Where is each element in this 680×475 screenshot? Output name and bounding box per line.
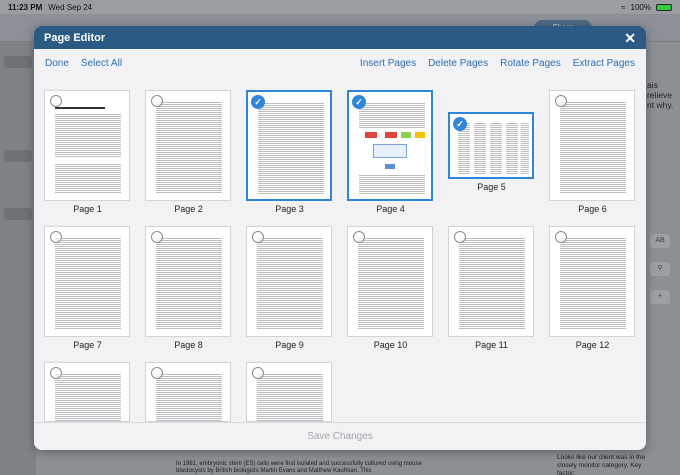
select-circle-icon[interactable]	[555, 95, 567, 107]
page-thumbnail[interactable]	[145, 90, 231, 201]
status-date: Wed Sep 24	[48, 2, 93, 12]
app-sidebar	[0, 42, 36, 475]
delete-pages-button[interactable]: Delete Pages	[428, 58, 488, 69]
page-label: Page 4	[376, 204, 405, 214]
page-editor-dialog: Page Editor ✕ Done Select All Insert Pag…	[34, 26, 646, 450]
page-thumbnail[interactable]	[44, 362, 130, 422]
page-thumbnail[interactable]	[145, 226, 231, 337]
select-circle-icon[interactable]	[151, 95, 163, 107]
document-text: In 1981, embryonic stem (ES) cells were …	[176, 461, 422, 474]
page-thumbnail[interactable]: ✓	[246, 90, 332, 201]
page-thumbnail[interactable]: ✓	[448, 112, 534, 179]
checkmark-icon[interactable]: ✓	[453, 117, 467, 131]
sidebar-row	[4, 56, 32, 68]
status-right: ≈ 100%	[621, 3, 672, 12]
extract-pages-button[interactable]: Extract Pages	[573, 58, 635, 69]
select-circle-icon[interactable]	[252, 367, 264, 379]
comment-text: Looks like our client was in the closely…	[557, 454, 646, 475]
select-circle-icon[interactable]	[151, 367, 163, 379]
save-changes-button[interactable]: Save Changes	[34, 422, 646, 450]
select-circle-icon[interactable]	[252, 231, 264, 243]
add-icon: +	[650, 290, 670, 304]
select-circle-icon[interactable]	[50, 367, 62, 379]
select-all-button[interactable]: Select All	[81, 58, 122, 69]
page-label: Page 3	[275, 204, 304, 214]
dialog-toolbar: Done Select All Insert Pages Delete Page…	[34, 49, 646, 77]
page-label: Page 5	[477, 182, 506, 192]
page-thumbnail[interactable]	[44, 90, 130, 201]
page-thumbnail[interactable]	[246, 226, 332, 337]
done-button[interactable]: Done	[45, 58, 69, 69]
checkmark-icon[interactable]: ✓	[352, 95, 366, 109]
page-thumbnail[interactable]	[347, 226, 433, 337]
page-label: Page 1	[73, 204, 102, 214]
battery-icon	[656, 3, 672, 11]
background-text: ais relieve nt why.	[647, 80, 674, 110]
status-bar: 11:23 PM Wed Sep 24 ≈ 100%	[0, 0, 680, 14]
page-thumbnail[interactable]	[44, 226, 130, 337]
status-time: 11:23 PM	[8, 2, 43, 12]
wifi-icon: ≈	[621, 2, 626, 12]
page-label: Page 8	[174, 340, 203, 350]
rotate-pages-button[interactable]: Rotate Pages	[500, 58, 561, 69]
page-label: Page 7	[73, 340, 102, 350]
page-grid: Page 1 Page 2 ✓ Page 3 ✓ Page 4 ✓ Page 5…	[34, 77, 646, 422]
page-label: Page 10	[373, 340, 408, 350]
close-icon[interactable]: ✕	[624, 31, 636, 45]
page-label: Page 11	[475, 340, 508, 350]
checkmark-icon[interactable]: ✓	[251, 95, 265, 109]
select-circle-icon[interactable]	[555, 231, 567, 243]
battery-percent: 100%	[630, 2, 651, 12]
sidebar-row	[4, 208, 32, 220]
dialog-title: Page Editor	[44, 31, 106, 44]
page-thumbnail[interactable]	[549, 226, 635, 337]
zoom-icon: ⚲	[650, 262, 670, 276]
select-circle-icon[interactable]	[50, 95, 62, 107]
page-label: Page 9	[275, 340, 304, 350]
page-thumbnail[interactable]: ✓	[347, 90, 433, 201]
page-label: Page 6	[578, 204, 607, 214]
page-thumbnail[interactable]	[145, 362, 231, 422]
page-thumbnail[interactable]	[448, 226, 534, 337]
text-tool-icon: AB	[650, 234, 670, 248]
page-thumbnail[interactable]	[549, 90, 635, 201]
select-circle-icon[interactable]	[454, 231, 466, 243]
page-label: Page 12	[575, 340, 610, 350]
select-circle-icon[interactable]	[50, 231, 62, 243]
page-thumbnail[interactable]	[246, 362, 332, 422]
sidebar-row	[4, 150, 32, 162]
select-circle-icon[interactable]	[151, 231, 163, 243]
select-circle-icon[interactable]	[353, 231, 365, 243]
insert-pages-button[interactable]: Insert Pages	[360, 58, 416, 69]
dialog-header: Page Editor ✕	[34, 26, 646, 49]
page-label: Page 2	[174, 204, 203, 214]
